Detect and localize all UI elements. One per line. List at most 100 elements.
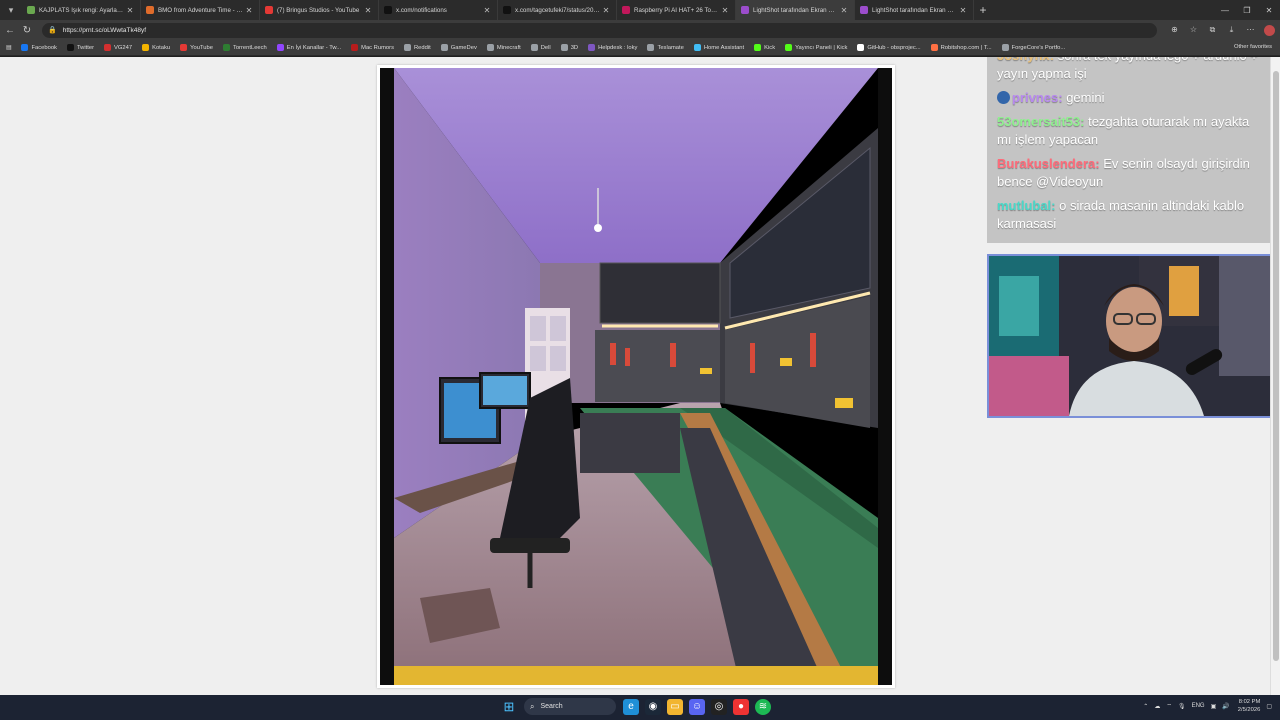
file-explorer-icon[interactable]: ▭ xyxy=(667,698,683,715)
other-favorites[interactable]: Other favorites xyxy=(1234,44,1272,50)
tab-close-icon[interactable]: ✕ xyxy=(125,6,135,15)
tab-2[interactable]: (7) Bringus Studios - YouTube ✕ xyxy=(260,0,379,20)
download-icon[interactable]: ⤓ xyxy=(1222,25,1241,35)
streamer-webcam-image xyxy=(989,256,1276,416)
bookmarks-menu-icon[interactable]: ▤ xyxy=(6,45,11,51)
profile-avatar[interactable] xyxy=(1264,24,1275,36)
bookmark-item[interactable]: GitHub - obsprojec... xyxy=(857,44,921,51)
bookmark-item[interactable]: YouTube xyxy=(180,44,213,51)
bookmark-item[interactable]: Reddit xyxy=(403,44,431,51)
chat-username[interactable]: Joshynx: xyxy=(997,57,1054,63)
bookmark-item[interactable]: Kick xyxy=(754,44,775,51)
bookmark-item[interactable]: Kotaku xyxy=(142,44,170,51)
bookmark-label: Reddit xyxy=(413,44,431,51)
chat-username[interactable]: Burakuslendera: xyxy=(997,156,1100,171)
tab-close-icon[interactable]: ✕ xyxy=(720,6,730,15)
bookmark-item[interactable]: Minecraft xyxy=(486,44,521,51)
bookmark-item[interactable]: En İyi Kanallar - Tw... xyxy=(276,44,342,51)
tab-4[interactable]: x.com/tagcetufeki7/status/20194... ✕ xyxy=(498,0,617,20)
close-window-icon[interactable]: ✕ xyxy=(1258,0,1280,20)
bookmark-item[interactable]: Helpdesk : loky xyxy=(588,44,637,51)
language-indicator[interactable]: ENG xyxy=(1192,703,1205,709)
tab-close-icon[interactable]: ✕ xyxy=(839,6,849,15)
bookmark-item[interactable]: Dell xyxy=(530,44,551,51)
chrome-icon[interactable]: ● xyxy=(733,698,749,715)
tab-label: Raspberry Pi AI HAT+ 26 Tops | SA... xyxy=(634,6,720,14)
start-icon[interactable]: ⊞ xyxy=(501,699,517,715)
favorite-star-icon[interactable]: ☆ xyxy=(1184,25,1203,35)
tab-close-icon[interactable]: ✕ xyxy=(244,6,254,15)
bookmark-item[interactable]: 3D xyxy=(560,44,578,51)
tab-label: (7) Bringus Studios - YouTube xyxy=(277,6,360,14)
edge-icon[interactable]: e xyxy=(623,698,639,715)
tab-label: LightShot tarafından Ekran Görünt... xyxy=(753,6,839,14)
refresh-icon[interactable]: ↻ xyxy=(20,25,34,36)
bookmark-item[interactable]: Facebook xyxy=(21,44,57,51)
network-icon[interactable]: ▣ xyxy=(1211,703,1217,710)
taskbar: ⊞ ⌕ Search e ◉ ▭ ☺ ◎ ● ≋ ⌃ ☁ ⌔ 🎙 ENG ▣ 🔊… xyxy=(0,695,1280,720)
settings-icon[interactable]: ⋯ xyxy=(1241,25,1260,35)
system-tray: ⌃ ☁ ⌔ 🎙 ENG ▣ 🔊 8:02 PM 2/5/2026 ▢ xyxy=(1137,698,1272,714)
bookmark-item[interactable]: Mac Rumors xyxy=(351,44,394,51)
tab-1[interactable]: BMO from Adventure Time - Local...✕ xyxy=(141,0,260,20)
bookmark-label: ForgeCore's Portfo... xyxy=(1011,44,1066,51)
bookmark-label: Facebook xyxy=(31,44,57,51)
minimize-icon[interactable]: — xyxy=(1214,0,1236,20)
bookmark-item[interactable]: VG247 xyxy=(104,44,132,51)
tab-actions-icon[interactable]: ▾ xyxy=(0,0,22,20)
screenshot-image[interactable] xyxy=(380,68,892,685)
page-scrollbar[interactable] xyxy=(1270,57,1280,695)
bookmark-label: En İyi Kanallar - Tw... xyxy=(286,44,342,51)
webcam-overlay xyxy=(987,254,1278,418)
tab-0[interactable]: KAJPLATS Işık rengi: Ayarlanabilir...✕ xyxy=(22,0,141,20)
back-icon[interactable]: ← xyxy=(3,25,17,36)
bookmark-label: Twitter xyxy=(76,44,95,51)
zoom-icon[interactable]: ⊕ xyxy=(1165,25,1184,35)
tab-close-icon[interactable]: ✕ xyxy=(363,6,373,15)
discord-icon[interactable]: ☺ xyxy=(689,698,705,715)
tab-3[interactable]: x.com/notifications ✕ xyxy=(379,0,498,20)
notification-icon[interactable]: ▢ xyxy=(1266,703,1272,710)
extensions-icon[interactable]: ⧉ xyxy=(1203,25,1222,35)
obs-icon[interactable]: ◎ xyxy=(711,698,727,715)
maximize-icon[interactable]: ❐ xyxy=(1236,0,1258,20)
bookmark-item[interactable]: TorrentLeech xyxy=(222,44,267,51)
bookmark-item[interactable]: ForgeCore's Portfo... xyxy=(1001,44,1066,51)
bookmark-item[interactable]: GameDev xyxy=(440,44,477,51)
tab-7[interactable]: LightShot tarafından Ekran Görünt...✕ xyxy=(855,0,974,20)
chat-username[interactable]: mutlubal: xyxy=(997,198,1056,213)
bookmark-item[interactable]: Robitshop.com | T... xyxy=(930,44,992,51)
bookmark-favicon-icon xyxy=(21,44,29,51)
tray-chevron-icon[interactable]: ⌃ xyxy=(1143,703,1148,710)
bookmark-label: Helpdesk : loky xyxy=(598,44,638,51)
bookmark-item[interactable]: Home Assistant xyxy=(693,44,744,51)
tab-close-icon[interactable]: ✕ xyxy=(482,6,492,15)
wifi-icon[interactable]: ⌔ xyxy=(1166,702,1172,710)
bookmark-item[interactable]: Yayıncı Paneli | Kick xyxy=(785,44,847,51)
chat-message: mutlubal: o sirada masanin altindaki kab… xyxy=(997,197,1262,233)
bookmark-item[interactable]: Teslamate xyxy=(647,44,684,51)
tab-favicon-icon xyxy=(622,6,630,14)
bookmark-item[interactable]: Twitter xyxy=(66,44,95,51)
tab-close-icon[interactable]: ✕ xyxy=(601,6,611,15)
chat-username[interactable]: privnes: xyxy=(1012,90,1063,105)
url-input[interactable]: 🔒 https://prnt.sc/oLWwtaTk48yf xyxy=(42,22,1157,38)
cloud-icon[interactable]: ☁ xyxy=(1154,703,1160,710)
bookmark-label: Robitshop.com | T... xyxy=(940,44,992,51)
page-content: Joshynx: sonra tek yayında lego + arduni… xyxy=(0,57,1280,695)
volume-icon[interactable]: 🔊 xyxy=(1222,703,1229,710)
bookmark-label: Teslamate xyxy=(657,44,684,51)
tab-favicon-icon xyxy=(741,6,749,14)
taskbar-search[interactable]: ⌕ Search xyxy=(524,698,616,715)
clock[interactable]: 8:02 PM 2/5/2026 xyxy=(1238,698,1261,714)
chat-username[interactable]: 53omersait53: xyxy=(997,114,1084,129)
steam-icon[interactable]: ◉ xyxy=(645,698,661,715)
mic-icon[interactable]: 🎙 xyxy=(1178,703,1186,710)
new-tab-button[interactable]: + xyxy=(974,3,992,17)
tab-5[interactable]: Raspberry Pi AI HAT+ 26 Tops | SA...✕ xyxy=(617,0,736,20)
spotify-icon[interactable]: ≋ xyxy=(755,698,771,715)
taskbar-search-label: Search xyxy=(540,703,563,710)
tab-close-icon[interactable]: ✕ xyxy=(958,6,968,15)
tab-favicon-icon xyxy=(503,6,511,14)
tab-6[interactable]: LightShot tarafından Ekran Görünt...✕ xyxy=(736,0,855,20)
